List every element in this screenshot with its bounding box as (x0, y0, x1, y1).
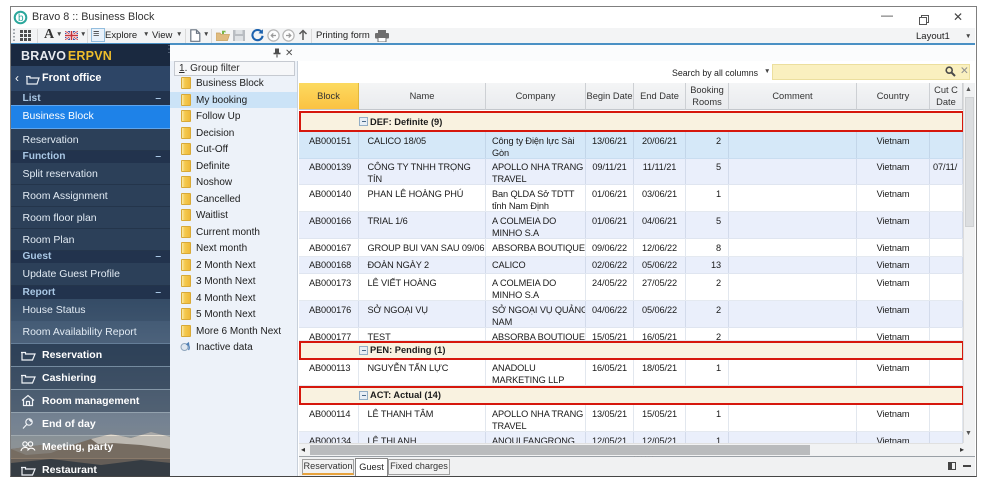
svg-text:b: b (18, 13, 24, 24)
